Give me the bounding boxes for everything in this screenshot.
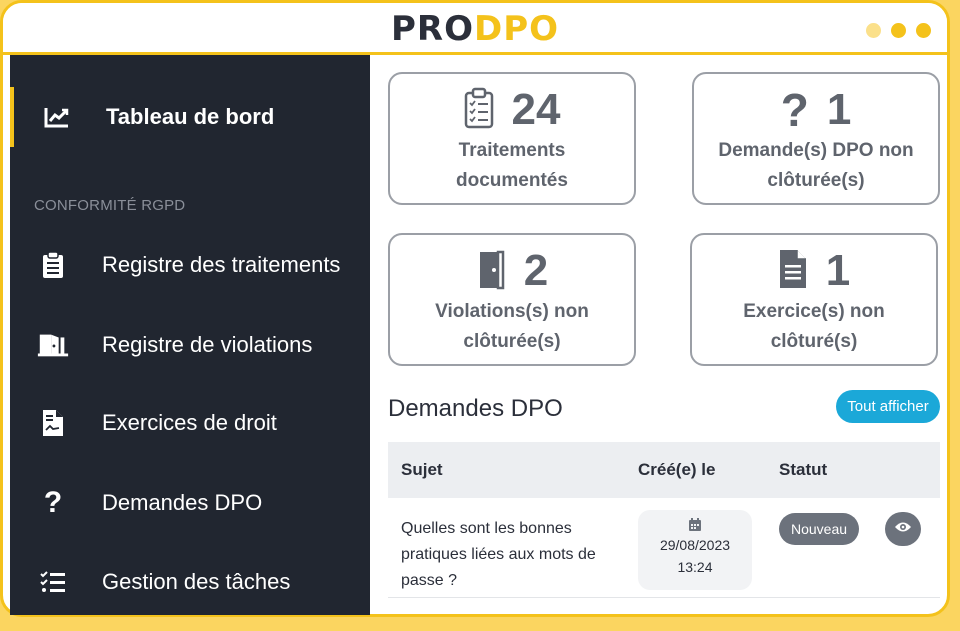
date-text: 29/08/2023: [659, 537, 731, 553]
table-header: Sujet Créé(e) le Statut: [388, 442, 940, 498]
stat-value: 1: [825, 246, 851, 295]
sidebar-item-label: Tableau de bord: [106, 104, 275, 129]
file-lines-icon: [778, 248, 808, 295]
logo-dpo: DPO: [473, 9, 560, 49]
question-icon: ?: [780, 84, 809, 136]
door-open-icon: [36, 328, 70, 362]
dpo-requests-table: Sujet Créé(e) le Statut Quelles sont les…: [388, 442, 940, 598]
stat-label: clôturé(s): [770, 331, 858, 352]
sidebar-item-dashboard[interactable]: Tableau de bord: [10, 87, 370, 147]
sidebar-item-dpo-requests[interactable]: ? Demandes DPO: [10, 473, 370, 533]
stat-card-violations[interactable]: 2 Violations(s) non clôturée(s): [388, 233, 636, 366]
column-header-subject[interactable]: Sujet: [401, 460, 443, 480]
door-closed-icon: [476, 248, 506, 295]
stat-card-treatments[interactable]: 24 Traitements documentés: [388, 72, 636, 205]
stat-label: clôturée(s): [767, 170, 865, 191]
sidebar-item-label: Registre des traitements: [102, 252, 341, 277]
stat-value: 24: [511, 85, 561, 134]
sidebar-item-label: Registre de violations: [102, 332, 313, 357]
stat-card-exercises[interactable]: 1 Exercice(s) non clôturé(s): [690, 233, 938, 366]
chart-line-icon: [40, 100, 74, 134]
window-dot: [866, 23, 881, 38]
stat-label: documentés: [456, 170, 568, 191]
logo-pro: PRO: [390, 9, 474, 49]
stat-label: clôturée(s): [463, 331, 561, 352]
created-date: 29/08/2023 13:24: [638, 510, 752, 590]
column-header-status[interactable]: Statut: [779, 460, 827, 480]
view-button[interactable]: [885, 512, 921, 546]
sidebar-item-tasks[interactable]: Gestion des tâches: [10, 552, 370, 612]
eye-icon: [894, 520, 912, 538]
sidebar-item-label: Exercices de droit: [102, 410, 277, 435]
tasks-icon: [36, 565, 70, 599]
window-dot: [916, 23, 931, 38]
sidebar-item-rights[interactable]: Exercices de droit: [10, 393, 370, 453]
stat-label: Violations(s) non: [435, 301, 589, 322]
request-subject: Quelles sont les bonnes pratiques liées …: [401, 520, 596, 589]
sidebar-item-violations[interactable]: Registre de violations: [10, 315, 370, 375]
stat-value: 1: [826, 85, 852, 134]
sidebar-item-label: Demandes DPO: [102, 490, 263, 515]
sidebar: Tableau de bord CONFORMITÉ RGPD Registre…: [10, 55, 370, 615]
window-dot: [891, 23, 906, 38]
sidebar-section-label: CONFORMITÉ RGPD: [34, 197, 186, 214]
window-dots: [866, 23, 931, 38]
clipboard-list-icon: [464, 87, 494, 134]
calendar-icon: [638, 518, 752, 534]
show-all-button[interactable]: Tout afficher: [836, 390, 940, 423]
sidebar-item-treatments[interactable]: Registre des traitements: [10, 235, 370, 295]
status-badge: Nouveau: [779, 513, 859, 545]
clipboard-list-icon: [36, 248, 70, 282]
stat-value: 2: [523, 246, 549, 295]
stat-label: Exercice(s) non: [743, 301, 885, 322]
sidebar-item-label: Gestion des tâches: [102, 569, 291, 594]
stat-label: Demande(s) DPO non: [718, 140, 914, 161]
main-content: 24 Traitements documentés ? 1 Demande(s)…: [370, 55, 960, 631]
question-icon: ?: [43, 486, 63, 519]
table-row[interactable]: Quelles sont les bonnes pratiques liées …: [388, 498, 940, 598]
file-contract-icon: [36, 406, 70, 440]
section-title: Demandes DPO: [388, 395, 563, 422]
app-logo: PRODPO: [3, 9, 947, 49]
stat-label: Traitements: [458, 140, 566, 161]
title-bar: PRODPO: [3, 3, 947, 55]
column-header-created[interactable]: Créé(e) le: [638, 460, 715, 480]
stat-card-dpo-requests[interactable]: ? 1 Demande(s) DPO non clôturée(s): [692, 72, 940, 205]
time-text: 13:24: [677, 559, 713, 575]
